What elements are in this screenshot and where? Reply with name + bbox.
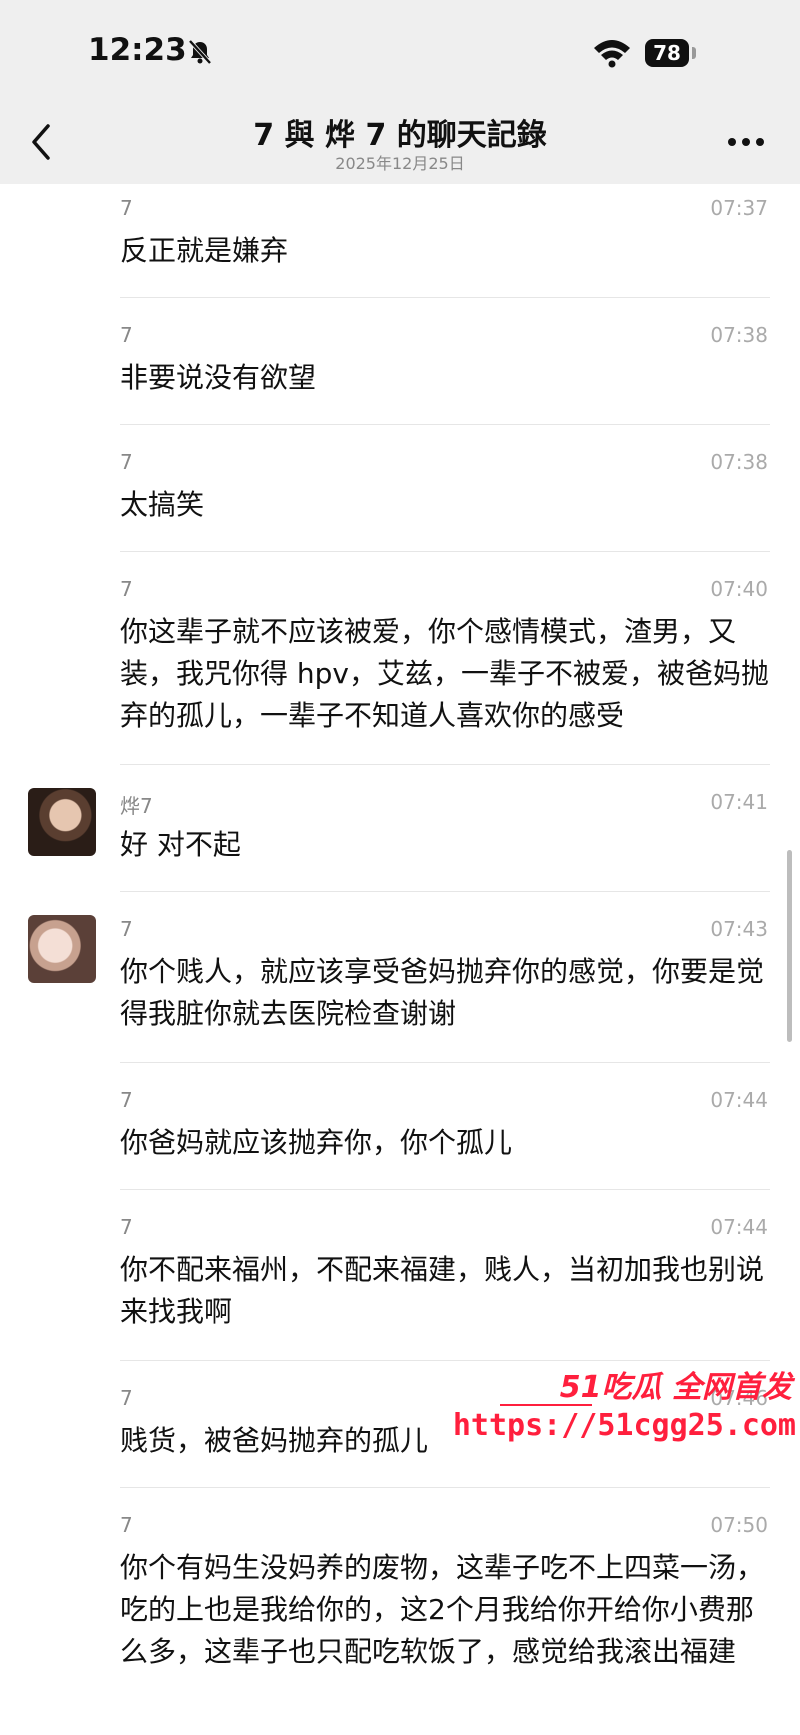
message-time: 07:44 [710,1215,768,1239]
message-text: 你个有妈生没妈养的废物，这辈子吃不上四菜一汤，吃的上也是我给你的，这2个月我给你… [120,1551,765,1668]
message-sender: 7 [120,577,133,601]
message-text: 反正就是嫌弃 [120,234,289,267]
message-sender: 7 [120,323,133,347]
message-sender: 7 [120,1088,133,1112]
message-time: 07:43 [710,917,768,941]
message-separator [120,764,770,765]
avatar[interactable] [28,788,96,856]
message-sender: 7 [120,1386,133,1410]
wifi-icon [594,40,630,68]
message-text: 你爸妈就应该抛弃你，你个孤儿 [120,1126,513,1159]
message-time: 07:44 [710,1088,768,1112]
avatar[interactable] [28,915,96,983]
scrollbar[interactable] [787,850,792,1042]
battery-indicator: 78 [645,39,689,67]
message-separator [120,1487,770,1488]
message-text: 你这辈子就不应该被爱，你个感情模式，渣男，又装，我咒你得 hpv，艾兹，一辈子不… [120,615,769,732]
message-separator [120,891,770,892]
message-sender: 7 [120,917,133,941]
message-separator [120,551,770,552]
nav-bar: 7 與 烨 7 的聊天記錄 2025年12月25日 [0,100,800,184]
watermark-brand: 51吃瓜 全网首发 [559,1370,792,1405]
message-separator [120,1062,770,1063]
more-options-icon[interactable] [722,128,770,156]
message-separator [120,1189,770,1190]
message-text: 太搞笑 [120,488,205,521]
message-time: 07:38 [710,323,768,347]
message-separator [120,424,770,425]
chat-date: 2025年12月25日 [335,154,465,173]
message-time: 07:38 [710,450,768,474]
watermark: 51吃瓜 全网首发 https://51cgg25.com [453,1360,800,1443]
message-time: 07:40 [710,577,768,601]
message-time: 07:37 [710,196,768,220]
battery-tip [692,47,696,59]
message-sender: 7 [120,1513,133,1537]
message-time: 07:41 [710,790,768,814]
chat-title: 7 與 烨 7 的聊天記錄 [253,118,547,153]
message-sender: 7 [120,196,133,220]
watermark-url: https://51cgg25.com [452,1408,796,1443]
message-text: 你不配来福州，不配来福建，贱人，当初加我也别说来找我啊 [120,1253,765,1328]
status-bar: 12:23 78 [0,0,800,100]
message-text: 你个贱人，就应该享受爸妈抛弃你的感觉，你要是觉得我脏你就去医院检查谢谢 [120,955,765,1030]
message-separator [120,297,770,298]
message-text: 好 对不起 [120,828,241,861]
watermark-line [500,1404,592,1406]
message-sender: 7 [120,1215,133,1239]
message-text: 非要说没有欲望 [120,361,317,394]
message-time: 07:50 [710,1513,768,1537]
status-time: 12:23 [88,32,187,68]
message-sender: 7 [120,450,133,474]
message-sender: 烨7 [120,794,153,818]
bell-muted-icon [188,39,212,65]
